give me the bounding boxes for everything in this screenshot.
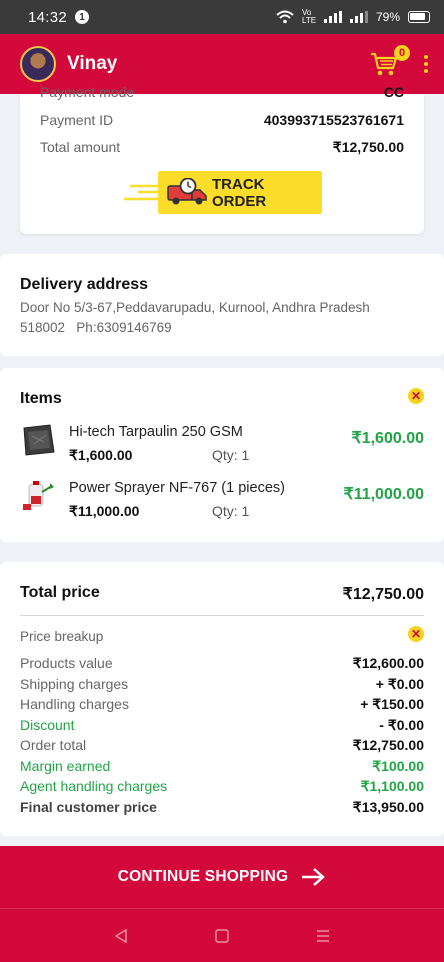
breakup-label: Margin earned <box>20 758 111 774</box>
signal-icon-2 <box>349 11 368 23</box>
network-type: Vo LTE <box>301 8 317 25</box>
wifi-icon <box>276 10 294 24</box>
payment-id-value: 403993715523761671 <box>263 112 404 128</box>
status-time: 14:32 <box>28 8 68 26</box>
breakup-value: ₹13,950.00 <box>352 799 424 815</box>
total-amount-label: Total amount <box>40 139 121 155</box>
notification-icon: 1 <box>75 10 90 24</box>
total-price-value: ₹12,750.00 <box>342 586 424 603</box>
continue-shopping-button[interactable]: CONTINUE SHOPPING <box>0 846 444 908</box>
arrow-right-icon <box>302 868 326 886</box>
breakup-label: Agent handling charges <box>20 778 168 794</box>
items-title: Items <box>20 390 62 407</box>
breakup-label: Order total <box>20 737 87 753</box>
home-icon[interactable] <box>214 928 230 944</box>
breakup-value: + ₹0.00 <box>375 676 424 692</box>
signal-icon <box>323 11 342 23</box>
payment-mode-value: CC <box>383 84 404 100</box>
item-qty: Qty: 1 <box>212 447 250 463</box>
kebab-menu-icon[interactable] <box>424 55 428 73</box>
total-amount-value: ₹12,750.00 <box>332 139 404 155</box>
price-summary-card: Total price ₹12,750.00 Price breakup ✕ P… <box>0 562 444 836</box>
breakup-row-order-total: Order total ₹12,750.00 <box>20 737 424 754</box>
delivery-address-text: Door No 5/3-67,Peddavarupadu, Kurnool, A… <box>20 298 400 338</box>
address-line: Door No 5/3-67,Peddavarupadu, Kurnool, A… <box>20 300 370 315</box>
battery-percent: 79% <box>375 10 400 24</box>
breakup-value: ₹12,750.00 <box>352 737 424 753</box>
delivery-address-title: Delivery address <box>20 276 149 293</box>
item-total: ₹11,000.00 <box>343 486 424 503</box>
close-icon[interactable]: ✕ <box>408 388 424 404</box>
total-price-label: Total price <box>20 584 100 601</box>
breakup-row-agent-charges: Agent handling charges ₹1,100.00 <box>20 778 424 795</box>
breakup-label: Handling charges <box>20 696 129 712</box>
continue-shopping-label: CONTINUE SHOPPING <box>117 868 289 885</box>
status-icons: Vo LTE 79% <box>276 9 430 25</box>
list-item[interactable]: Power Sprayer NF-767 (1 pieces) ₹11,000.… <box>20 478 424 522</box>
cart-count-badge: 0 <box>394 45 410 61</box>
divider <box>20 615 424 616</box>
breakup-row-final-price: Final customer price ₹13,950.00 <box>20 799 424 816</box>
pin-phone-line: 518002 Ph:6309146769 <box>20 320 172 335</box>
total-price-row: Total price ₹12,750.00 <box>20 584 424 604</box>
breakup-value: - ₹0.00 <box>379 717 424 733</box>
battery-icon <box>408 11 430 23</box>
breakup-row-shipping: Shipping charges + ₹0.00 <box>20 676 424 693</box>
payment-mode-label: Payment mode <box>40 84 135 100</box>
track-order-label: TRACK ORDER <box>212 175 267 210</box>
breakup-row-products: Products value ₹12,600.00 <box>20 655 424 672</box>
payment-card: Payment mode CC Payment ID 4039937155237… <box>20 84 424 234</box>
tarpaulin-image <box>23 424 55 456</box>
items-card: Items ✕ Hi-tech Tarpaulin 250 GSM ₹1,600… <box>0 368 444 542</box>
breakup-value: ₹100.00 <box>372 758 424 774</box>
payment-mode-row: Payment mode CC <box>40 84 404 100</box>
breakup-label: Products value <box>20 655 113 671</box>
close-icon[interactable]: ✕ <box>408 626 424 642</box>
item-price: ₹11,000.00 <box>69 503 140 519</box>
sprayer-image <box>23 481 54 510</box>
list-item[interactable]: Hi-tech Tarpaulin 250 GSM ₹1,600.00 Qty:… <box>20 422 424 466</box>
item-name: Power Sprayer NF-767 (1 pieces) <box>69 480 285 496</box>
item-total: ₹1,600.00 <box>351 430 424 447</box>
back-icon[interactable] <box>113 928 129 944</box>
price-breakup-label: Price breakup <box>20 629 104 644</box>
breakup-label: Discount <box>20 717 75 733</box>
total-amount-row: Total amount ₹12,750.00 <box>40 139 404 156</box>
item-name: Hi-tech Tarpaulin 250 GSM <box>69 424 243 440</box>
cart-button[interactable]: 0 <box>370 45 410 77</box>
payment-id-row: Payment ID 403993715523761671 <box>40 112 404 128</box>
truck-icon <box>167 178 207 205</box>
item-qty: Qty: 1 <box>212 503 250 519</box>
breakup-row-margin: Margin earned ₹100.00 <box>20 758 424 775</box>
delivery-address-card: Delivery address Door No 5/3-67,Peddavar… <box>0 254 444 356</box>
breakup-row-handling: Handling charges + ₹150.00 <box>20 696 424 713</box>
avatar[interactable] <box>20 46 56 82</box>
breakup-label: Shipping charges <box>20 676 129 692</box>
payment-id-label: Payment ID <box>40 112 114 128</box>
breakup-row-discount: Discount - ₹0.00 <box>20 717 424 734</box>
breakup-value: ₹1,100.00 <box>360 778 424 794</box>
breakup-label: Final customer price <box>20 799 157 815</box>
breakup-value: + ₹150.00 <box>360 696 424 712</box>
system-nav-bar <box>0 908 444 962</box>
item-price: ₹1,600.00 <box>69 447 133 463</box>
user-name: Vinay <box>67 53 118 74</box>
status-bar: 14:32 1 Vo LTE 79% <box>0 0 444 34</box>
breakup-value: ₹12,600.00 <box>352 655 424 671</box>
recents-icon[interactable] <box>315 928 331 944</box>
